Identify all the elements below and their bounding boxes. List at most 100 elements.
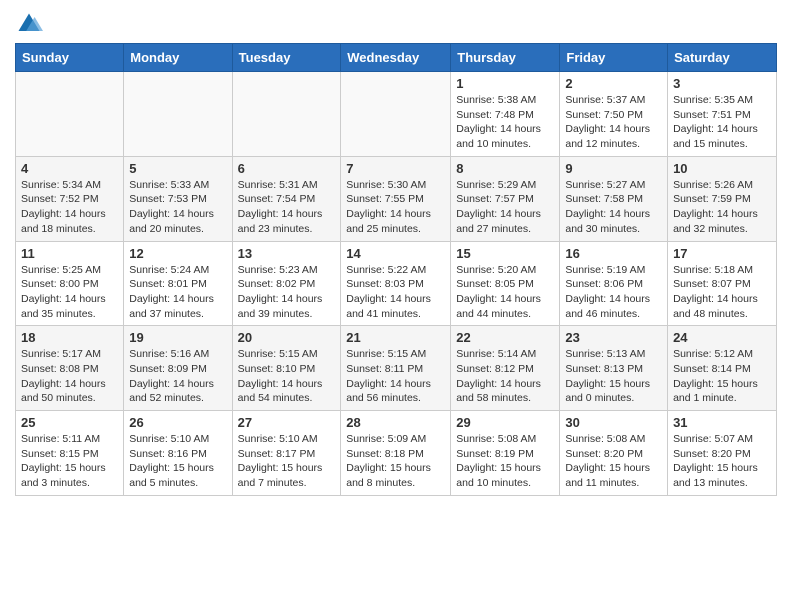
day-number: 21 (346, 330, 445, 345)
day-number: 2 (565, 76, 662, 91)
day-info: Sunrise: 5:33 AM Sunset: 7:53 PM Dayligh… (129, 178, 226, 237)
calendar-table: SundayMondayTuesdayWednesdayThursdayFrid… (15, 43, 777, 496)
day-number: 18 (21, 330, 118, 345)
day-info: Sunrise: 5:10 AM Sunset: 8:17 PM Dayligh… (238, 432, 336, 491)
calendar-cell: 8 Sunrise: 5:29 AM Sunset: 7:57 PM Daylig… (451, 156, 560, 241)
day-info: Sunrise: 5:08 AM Sunset: 8:20 PM Dayligh… (565, 432, 662, 491)
day-info: Sunrise: 5:12 AM Sunset: 8:14 PM Dayligh… (673, 347, 771, 406)
calendar-cell: 24 Sunrise: 5:12 AM Sunset: 8:14 PM Dayli… (668, 326, 777, 411)
calendar-cell: 29 Sunrise: 5:08 AM Sunset: 8:19 PM Dayli… (451, 411, 560, 496)
calendar-cell: 15 Sunrise: 5:20 AM Sunset: 8:05 PM Dayli… (451, 241, 560, 326)
day-info: Sunrise: 5:25 AM Sunset: 8:00 PM Dayligh… (21, 263, 118, 322)
calendar-day-header: Monday (124, 44, 232, 72)
day-info: Sunrise: 5:31 AM Sunset: 7:54 PM Dayligh… (238, 178, 336, 237)
calendar-cell: 19Sunrise: 5:16 AM Sunset: 8:09 PM Dayli… (124, 326, 232, 411)
calendar-cell: 20 Sunrise: 5:15 AM Sunset: 8:10 PM Dayli… (232, 326, 341, 411)
day-info: Sunrise: 5:34 AM Sunset: 7:52 PM Dayligh… (21, 178, 118, 237)
day-number: 26 (129, 415, 226, 430)
calendar-cell (124, 72, 232, 157)
calendar-day-header: Thursday (451, 44, 560, 72)
day-info: Sunrise: 5:15 AM Sunset: 8:11 PM Dayligh… (346, 347, 445, 406)
calendar-cell: 30Sunrise: 5:08 AM Sunset: 8:20 PM Dayli… (560, 411, 668, 496)
calendar-cell: 12 Sunrise: 5:24 AM Sunset: 8:01 PM Dayli… (124, 241, 232, 326)
calendar-cell: 7 Sunrise: 5:30 AM Sunset: 7:55 PM Daylig… (341, 156, 451, 241)
day-number: 17 (673, 246, 771, 261)
calendar-day-header: Wednesday (341, 44, 451, 72)
calendar-cell: 2 Sunrise: 5:37 AM Sunset: 7:50 PM Daylig… (560, 72, 668, 157)
day-info: Sunrise: 5:14 AM Sunset: 8:12 PM Dayligh… (456, 347, 554, 406)
day-number: 5 (129, 161, 226, 176)
day-info: Sunrise: 5:20 AM Sunset: 8:05 PM Dayligh… (456, 263, 554, 322)
day-number: 24 (673, 330, 771, 345)
day-number: 22 (456, 330, 554, 345)
day-number: 27 (238, 415, 336, 430)
day-number: 8 (456, 161, 554, 176)
day-info: Sunrise: 5:10 AM Sunset: 8:16 PM Dayligh… (129, 432, 226, 491)
calendar-week-row: 25 Sunrise: 5:11 AM Sunset: 8:15 PM Dayli… (16, 411, 777, 496)
calendar-cell: 9Sunrise: 5:27 AM Sunset: 7:58 PM Daylig… (560, 156, 668, 241)
calendar-cell: 13 Sunrise: 5:23 AM Sunset: 8:02 PM Dayli… (232, 241, 341, 326)
day-number: 25 (21, 415, 118, 430)
day-number: 6 (238, 161, 336, 176)
day-number: 3 (673, 76, 771, 91)
day-info: Sunrise: 5:18 AM Sunset: 8:07 PM Dayligh… (673, 263, 771, 322)
calendar-cell: 3 Sunrise: 5:35 AM Sunset: 7:51 PM Daylig… (668, 72, 777, 157)
calendar-cell: 5 Sunrise: 5:33 AM Sunset: 7:53 PM Daylig… (124, 156, 232, 241)
calendar-cell: 16 Sunrise: 5:19 AM Sunset: 8:06 PM Dayli… (560, 241, 668, 326)
day-info: Sunrise: 5:27 AM Sunset: 7:58 PM Dayligh… (565, 178, 662, 237)
day-info: Sunrise: 5:15 AM Sunset: 8:10 PM Dayligh… (238, 347, 336, 406)
calendar-cell: 14Sunrise: 5:22 AM Sunset: 8:03 PM Dayli… (341, 241, 451, 326)
calendar-cell: 22 Sunrise: 5:14 AM Sunset: 8:12 PM Dayli… (451, 326, 560, 411)
calendar-cell: 6 Sunrise: 5:31 AM Sunset: 7:54 PM Daylig… (232, 156, 341, 241)
day-info: Sunrise: 5:24 AM Sunset: 8:01 PM Dayligh… (129, 263, 226, 322)
calendar-week-row: 18 Sunrise: 5:17 AM Sunset: 8:08 PM Dayli… (16, 326, 777, 411)
day-number: 29 (456, 415, 554, 430)
day-info: Sunrise: 5:09 AM Sunset: 8:18 PM Dayligh… (346, 432, 445, 491)
calendar-cell: 4 Sunrise: 5:34 AM Sunset: 7:52 PM Daylig… (16, 156, 124, 241)
day-info: Sunrise: 5:07 AM Sunset: 8:20 PM Dayligh… (673, 432, 771, 491)
day-info: Sunrise: 5:23 AM Sunset: 8:02 PM Dayligh… (238, 263, 336, 322)
day-number: 12 (129, 246, 226, 261)
calendar-cell: 11 Sunrise: 5:25 AM Sunset: 8:00 PM Dayli… (16, 241, 124, 326)
calendar-cell: 10 Sunrise: 5:26 AM Sunset: 7:59 PM Dayli… (668, 156, 777, 241)
calendar-day-header: Sunday (16, 44, 124, 72)
day-info: Sunrise: 5:26 AM Sunset: 7:59 PM Dayligh… (673, 178, 771, 237)
calendar-cell: 21 Sunrise: 5:15 AM Sunset: 8:11 PM Dayli… (341, 326, 451, 411)
calendar-cell: 25 Sunrise: 5:11 AM Sunset: 8:15 PM Dayli… (16, 411, 124, 496)
calendar-cell: 26 Sunrise: 5:10 AM Sunset: 8:16 PM Dayli… (124, 411, 232, 496)
calendar-week-row: 1 Sunrise: 5:38 AM Sunset: 7:48 PM Daylig… (16, 72, 777, 157)
calendar-day-header: Saturday (668, 44, 777, 72)
day-info: Sunrise: 5:38 AM Sunset: 7:48 PM Dayligh… (456, 93, 554, 152)
day-info: Sunrise: 5:13 AM Sunset: 8:13 PM Dayligh… (565, 347, 662, 406)
day-number: 7 (346, 161, 445, 176)
day-number: 15 (456, 246, 554, 261)
calendar-week-row: 11 Sunrise: 5:25 AM Sunset: 8:00 PM Dayli… (16, 241, 777, 326)
day-info: Sunrise: 5:29 AM Sunset: 7:57 PM Dayligh… (456, 178, 554, 237)
day-number: 13 (238, 246, 336, 261)
day-number: 31 (673, 415, 771, 430)
calendar-cell (232, 72, 341, 157)
calendar-cell (341, 72, 451, 157)
calendar-cell: 27 Sunrise: 5:10 AM Sunset: 8:17 PM Dayli… (232, 411, 341, 496)
page-header (15, 10, 777, 38)
day-info: Sunrise: 5:30 AM Sunset: 7:55 PM Dayligh… (346, 178, 445, 237)
day-number: 4 (21, 161, 118, 176)
calendar-cell: 31 Sunrise: 5:07 AM Sunset: 8:20 PM Dayli… (668, 411, 777, 496)
day-info: Sunrise: 5:37 AM Sunset: 7:50 PM Dayligh… (565, 93, 662, 152)
day-number: 16 (565, 246, 662, 261)
day-number: 1 (456, 76, 554, 91)
calendar-day-header: Tuesday (232, 44, 341, 72)
day-number: 10 (673, 161, 771, 176)
day-info: Sunrise: 5:19 AM Sunset: 8:06 PM Dayligh… (565, 263, 662, 322)
logo (15, 10, 48, 38)
day-info: Sunrise: 5:11 AM Sunset: 8:15 PM Dayligh… (21, 432, 118, 491)
calendar-cell: 1 Sunrise: 5:38 AM Sunset: 7:48 PM Daylig… (451, 72, 560, 157)
day-info: Sunrise: 5:08 AM Sunset: 8:19 PM Dayligh… (456, 432, 554, 491)
day-number: 20 (238, 330, 336, 345)
day-info: Sunrise: 5:35 AM Sunset: 7:51 PM Dayligh… (673, 93, 771, 152)
day-number: 19 (129, 330, 226, 345)
day-info: Sunrise: 5:17 AM Sunset: 8:08 PM Dayligh… (21, 347, 118, 406)
day-number: 14 (346, 246, 445, 261)
day-number: 23 (565, 330, 662, 345)
day-number: 11 (21, 246, 118, 261)
